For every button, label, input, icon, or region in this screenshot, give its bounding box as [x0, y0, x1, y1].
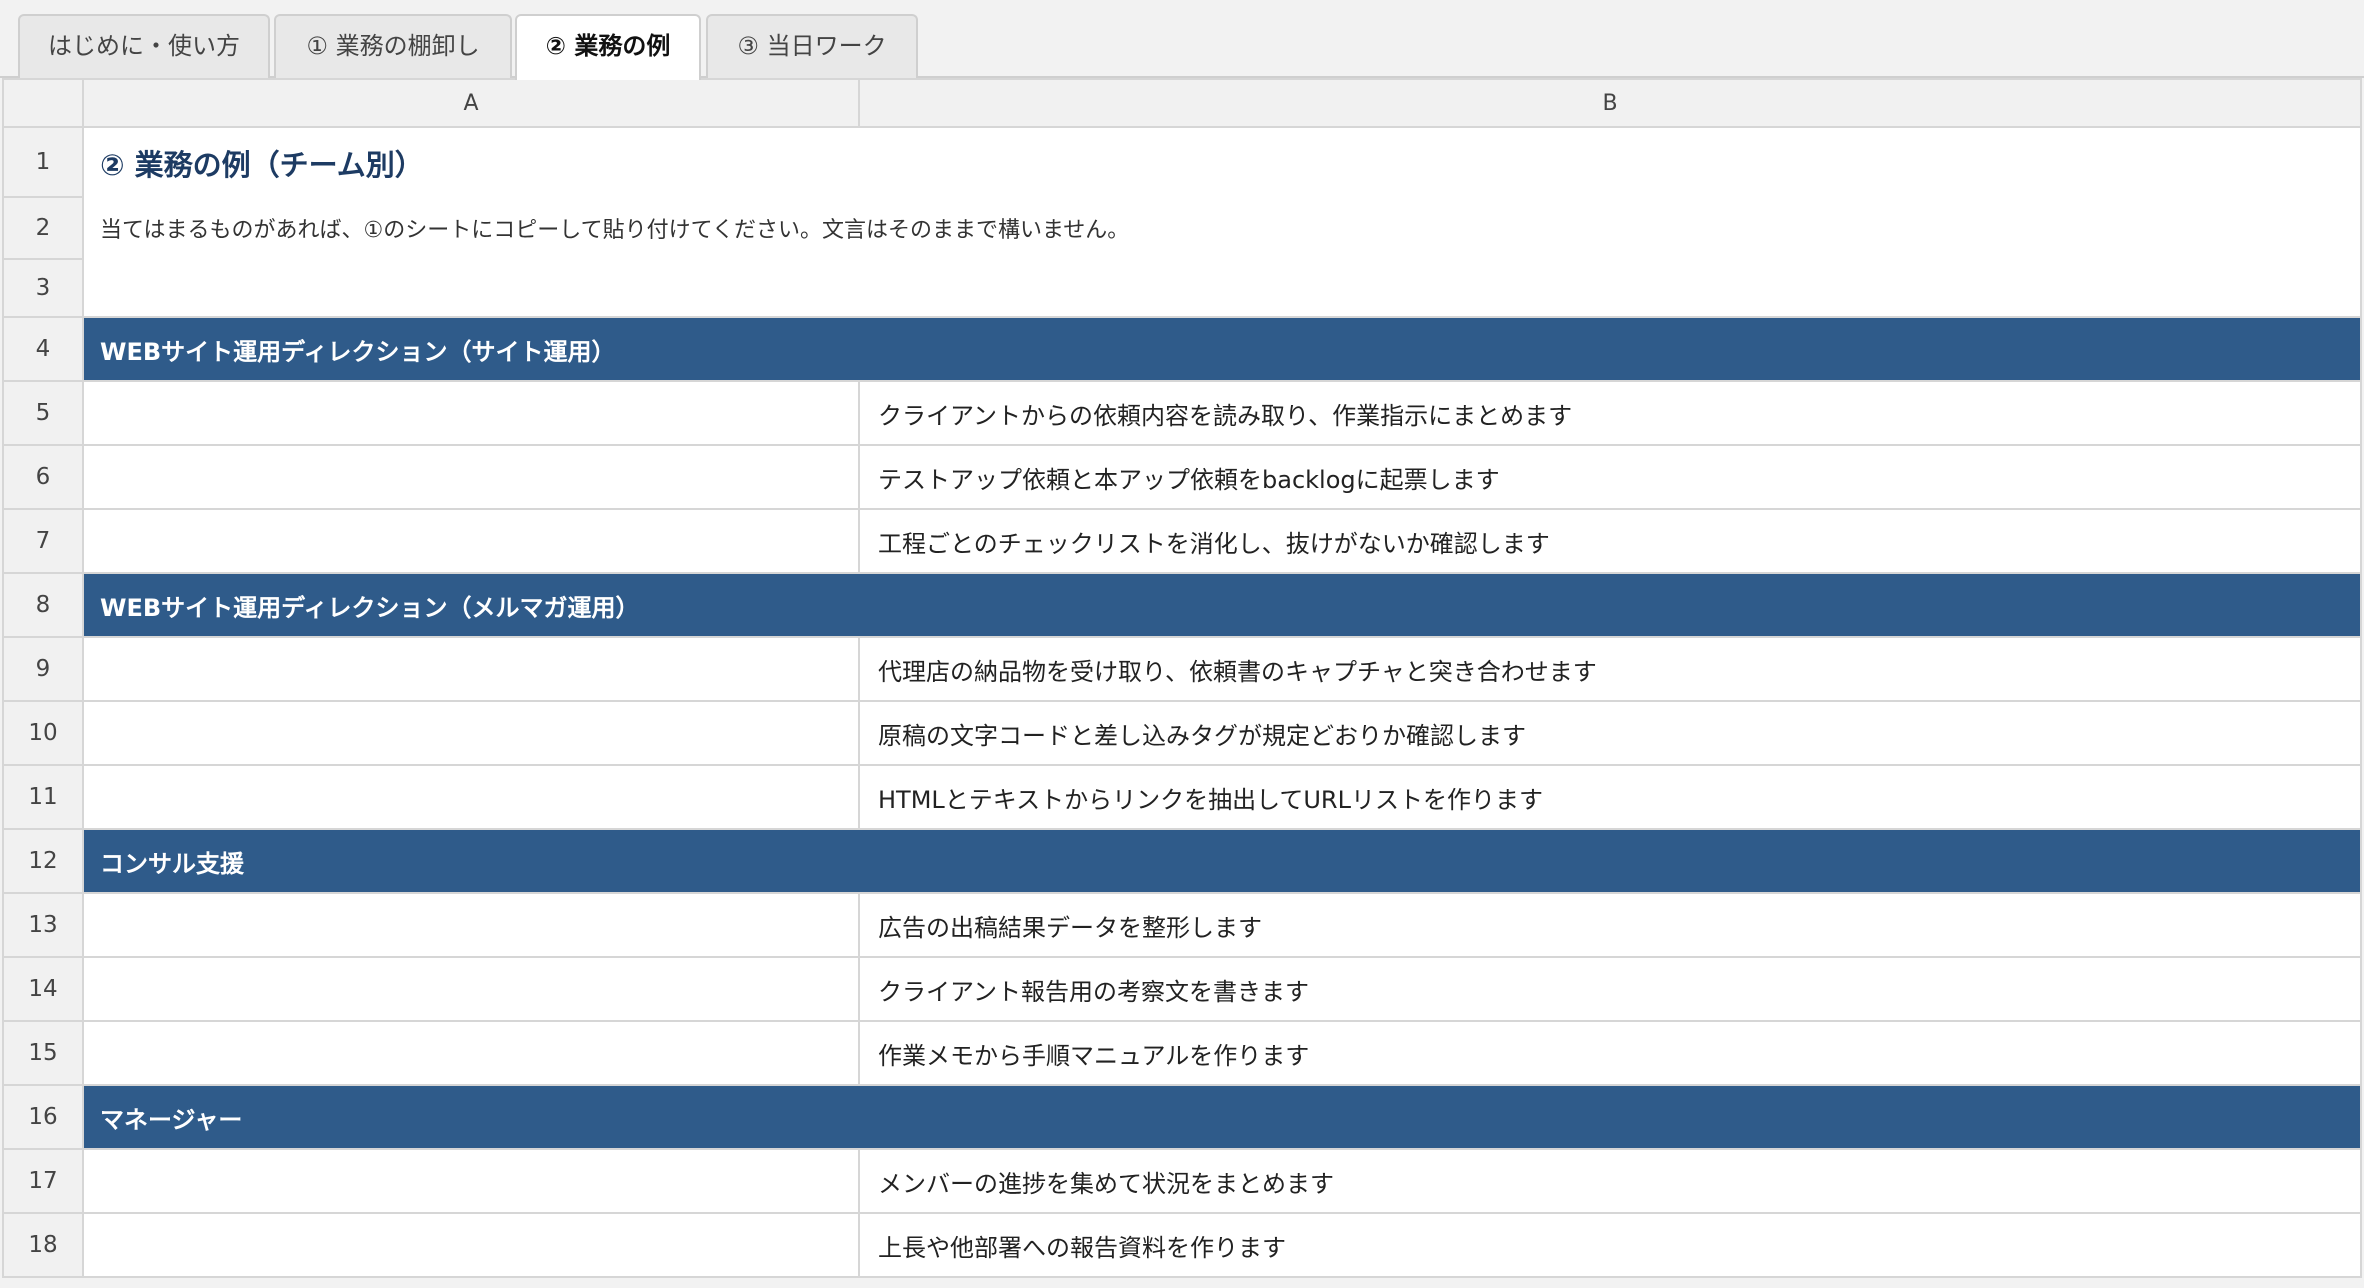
sheet-tab-bar: はじめに・使い方 ① 業務の棚卸し ② 業務の例 ③ 当日ワーク — [0, 0, 2364, 80]
row-header[interactable]: 1 — [2, 126, 84, 198]
row-header[interactable]: 12 — [2, 828, 84, 894]
tab-daywork[interactable]: ③ 当日ワーク — [706, 14, 918, 78]
tab-intro[interactable]: はじめに・使い方 — [18, 14, 270, 78]
row-header[interactable]: 7 — [2, 508, 84, 574]
cell-b[interactable]: メンバーの進捗を集めて状況をまとめます — [858, 1148, 2362, 1214]
row-header[interactable]: 15 — [2, 1020, 84, 1086]
cell-a[interactable] — [82, 380, 860, 446]
section-header[interactable]: マネージャー — [82, 1084, 2362, 1150]
cell-a[interactable] — [82, 1020, 860, 1086]
row-header[interactable]: 8 — [2, 572, 84, 638]
row-header[interactable]: 4 — [2, 316, 84, 382]
cell-b[interactable]: 代理店の納品物を受け取り、依頼書のキャプチャと突き合わせます — [858, 636, 2362, 702]
empty-cell[interactable] — [82, 259, 2362, 318]
column-header-b[interactable]: B — [858, 78, 2362, 128]
table-row: 5 クライアントからの依頼内容を読み取り、作業指示にまとめます — [2, 380, 2362, 446]
cell-b[interactable]: 工程ごとのチェックリストを消化し、抜けがないか確認します — [858, 508, 2362, 574]
row-header[interactable]: 10 — [2, 700, 84, 766]
cell-b[interactable]: テストアップ依頼と本アップ依頼をbacklogに起票します — [858, 444, 2362, 510]
sheet-title[interactable]: ② 業務の例（チーム別） — [82, 126, 2362, 197]
select-all-corner[interactable] — [2, 78, 84, 128]
section-row: 12 コンサル支援 — [2, 828, 2362, 894]
cell-a[interactable] — [82, 892, 860, 958]
table-row: 11 HTMLとテキストからリンクを抽出してURLリストを作ります — [2, 764, 2362, 830]
row-header[interactable]: 9 — [2, 636, 84, 702]
section-row: 4 WEBサイト運用ディレクション（サイト運用） — [2, 316, 2362, 382]
table-row: 1② 業務の例（チーム別） — [2, 126, 2362, 198]
cell-a[interactable] — [82, 956, 860, 1022]
cell-a[interactable] — [82, 444, 860, 510]
table-row: 10 原稿の文字コードと差し込みタグが規定どおりか確認します — [2, 700, 2362, 766]
section-header[interactable]: WEBサイト運用ディレクション（メルマガ運用） — [82, 572, 2362, 638]
table-row: 17 メンバーの進捗を集めて状況をまとめます — [2, 1148, 2362, 1214]
table-row: 7 工程ごとのチェックリストを消化し、抜けがないか確認します — [2, 508, 2362, 574]
cell-a[interactable] — [82, 636, 860, 702]
table-row: 3 — [2, 258, 2362, 318]
table-row: 18 上長や他部署への報告資料を作ります — [2, 1212, 2362, 1278]
table-row: 15 作業メモから手順マニュアルを作ります — [2, 1020, 2362, 1086]
row-header[interactable]: 5 — [2, 380, 84, 446]
cell-b[interactable]: 上長や他部署への報告資料を作ります — [858, 1212, 2362, 1278]
cell-b[interactable]: クライアント報告用の考察文を書きます — [858, 956, 2362, 1022]
cell-b[interactable]: クライアントからの依頼内容を読み取り、作業指示にまとめます — [858, 380, 2362, 446]
cell-b[interactable]: HTMLとテキストからリンクを抽出してURLリストを作ります — [858, 764, 2362, 830]
tab-inventory[interactable]: ① 業務の棚卸し — [274, 14, 512, 78]
row-header[interactable]: 3 — [2, 258, 84, 318]
row-header[interactable]: 17 — [2, 1148, 84, 1214]
table-row: 6 テストアップ依頼と本アップ依頼をbacklogに起票します — [2, 444, 2362, 510]
cell-a[interactable] — [82, 1212, 860, 1278]
cell-a[interactable] — [82, 700, 860, 766]
section-row: 16 マネージャー — [2, 1084, 2362, 1150]
cell-b[interactable]: 広告の出稿結果データを整形します — [858, 892, 2362, 958]
column-header-row: A B — [2, 78, 2362, 128]
cell-a[interactable] — [82, 1148, 860, 1214]
row-header[interactable]: 18 — [2, 1212, 84, 1278]
table-row: 14 クライアント報告用の考察文を書きます — [2, 956, 2362, 1022]
instruction-note[interactable]: 当てはまるものがあれば、①のシートにコピーして貼り付けてください。文言はそのまま… — [82, 197, 2362, 259]
cell-a[interactable] — [82, 508, 860, 574]
table-row: 13 広告の出稿結果データを整形します — [2, 892, 2362, 958]
section-header[interactable]: コンサル支援 — [82, 828, 2362, 894]
row-header[interactable]: 2 — [2, 196, 84, 260]
table-row: 2 当てはまるものがあれば、①のシートにコピーして貼り付けてください。文言はそのま… — [2, 196, 2362, 260]
column-header-a[interactable]: A — [82, 78, 860, 128]
section-header[interactable]: WEBサイト運用ディレクション（サイト運用） — [82, 316, 2362, 382]
row-header[interactable]: 11 — [2, 764, 84, 830]
row-header[interactable]: 14 — [2, 956, 84, 1022]
row-header[interactable]: 6 — [2, 444, 84, 510]
row-header[interactable]: 13 — [2, 892, 84, 958]
table-row: 9 代理店の納品物を受け取り、依頼書のキャプチャと突き合わせます — [2, 636, 2362, 702]
tab-examples[interactable]: ② 業務の例 — [515, 14, 701, 80]
row-header[interactable]: 16 — [2, 1084, 84, 1150]
section-row: 8 WEBサイト運用ディレクション（メルマガ運用） — [2, 572, 2362, 638]
cell-b[interactable]: 作業メモから手順マニュアルを作ります — [858, 1020, 2362, 1086]
cell-a[interactable] — [82, 764, 860, 830]
spreadsheet-grid: A B 1② 業務の例（チーム別） 2 当てはまるものがあれば、①のシートにコピーし… — [2, 78, 2362, 1278]
cell-b[interactable]: 原稿の文字コードと差し込みタグが規定どおりか確認します — [858, 700, 2362, 766]
